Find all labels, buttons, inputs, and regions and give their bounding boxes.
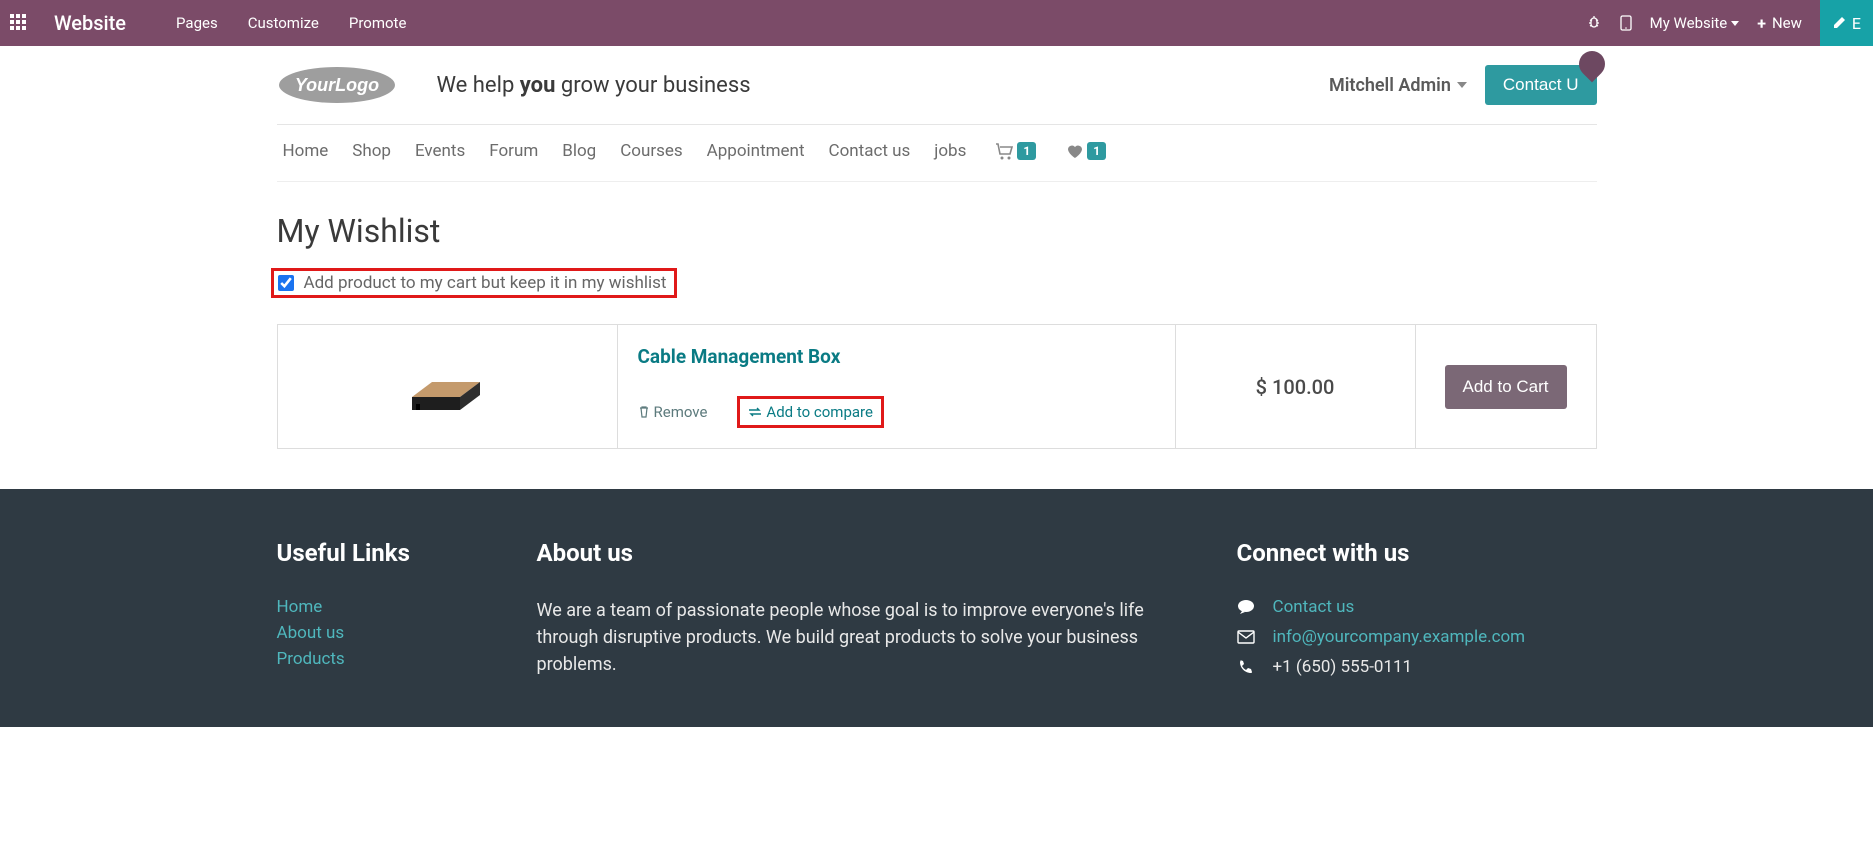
caret-down-icon <box>1731 21 1739 26</box>
caret-down-icon <box>1457 82 1467 88</box>
footer-link-home[interactable]: Home <box>277 597 477 617</box>
product-image[interactable] <box>402 352 492 422</box>
nav-jobs[interactable]: jobs <box>934 141 966 161</box>
user-name: Mitchell Admin <box>1329 75 1451 96</box>
footer-link-products[interactable]: Products <box>277 649 477 669</box>
product-cart-cell: Add to Cart <box>1416 325 1596 448</box>
nav-contact-us[interactable]: Contact us <box>829 141 911 161</box>
nav-blog[interactable]: Blog <box>562 141 596 161</box>
nav-shop[interactable]: Shop <box>352 141 391 161</box>
website-selector-label: My Website <box>1650 14 1728 32</box>
product-info-cell: Cable Management Box Remove Add to compa… <box>618 325 1176 448</box>
keep-in-wishlist-checkbox[interactable] <box>278 275 294 291</box>
remove-label: Remove <box>654 403 708 421</box>
envelope-icon <box>1237 630 1259 644</box>
tagline-bold: you <box>520 73 556 98</box>
footer: Useful Links Home About us Products Abou… <box>0 489 1873 727</box>
website-selector[interactable]: My Website <box>1650 14 1740 32</box>
bug-icon[interactable] <box>1586 15 1602 31</box>
footer-about-text: We are a team of passionate people whose… <box>537 597 1157 678</box>
wishlist-badge: 1 <box>1087 142 1106 160</box>
product-actions: Remove Add to compare <box>638 396 1155 428</box>
remove-button[interactable]: Remove <box>638 403 708 421</box>
footer-email-link[interactable]: info@yourcompany.example.com <box>1273 627 1526 647</box>
heart-icon <box>1066 143 1084 159</box>
compare-label: Add to compare <box>766 403 873 421</box>
footer-about-title: About us <box>537 539 1157 567</box>
topbar-right: My Website + New E <box>1586 0 1863 46</box>
footer-contact-link[interactable]: Contact us <box>1273 597 1355 617</box>
pencil-icon <box>1832 16 1846 30</box>
cart-link[interactable]: 1 <box>994 142 1036 160</box>
product-name-link[interactable]: Cable Management Box <box>638 345 1155 368</box>
svg-text:YourLogo: YourLogo <box>294 75 378 95</box>
menu-pages[interactable]: Pages <box>176 14 218 32</box>
product-price-cell: $ 100.00 <box>1176 325 1416 448</box>
compare-icon <box>748 406 762 418</box>
main-content: My Wishlist Add product to my cart but k… <box>237 182 1637 489</box>
phone-icon <box>1237 659 1259 675</box>
logo[interactable]: YourLogo <box>277 64 397 106</box>
keep-in-wishlist-label: Add product to my cart but keep it in my… <box>304 273 667 293</box>
droplet-icon <box>1573 46 1610 83</box>
footer-useful-title: Useful Links <box>277 539 477 567</box>
speech-icon <box>1237 599 1259 615</box>
footer-about: About us We are a team of passionate peo… <box>537 539 1157 687</box>
new-button-label: New <box>1772 14 1802 32</box>
nav-right: 1 1 <box>994 142 1106 160</box>
contact-us-button[interactable]: Contact U <box>1485 65 1597 105</box>
cart-icon <box>994 142 1014 160</box>
apps-grid-icon[interactable] <box>10 14 28 32</box>
nav-courses[interactable]: Courses <box>620 141 682 161</box>
product-image-cell <box>278 325 618 448</box>
add-to-compare-button[interactable]: Add to compare <box>737 396 884 428</box>
footer-phone-row: +1 (650) 555-0111 <box>1237 657 1597 677</box>
app-title[interactable]: Website <box>54 11 126 35</box>
mobile-icon[interactable] <box>1620 15 1632 31</box>
nav-events[interactable]: Events <box>415 141 465 161</box>
tagline-suffix: grow your business <box>555 73 750 98</box>
wishlist-link[interactable]: 1 <box>1066 142 1106 160</box>
contact-us-label: Contact U <box>1503 75 1579 94</box>
footer-connect-title: Connect with us <box>1237 539 1597 567</box>
wishlist-table: Cable Management Box Remove Add to compa… <box>277 324 1597 449</box>
nav-appointment[interactable]: Appointment <box>707 141 805 161</box>
product-price: $ 100.00 <box>1256 375 1335 399</box>
footer-useful-links: Useful Links Home About us Products <box>277 539 477 687</box>
main-nav: Home Shop Events Forum Blog Courses Appo… <box>277 125 1597 182</box>
page-title: My Wishlist <box>277 212 1597 250</box>
menu-promote[interactable]: Promote <box>349 14 407 32</box>
header: YourLogo We help you grow your business … <box>277 46 1597 125</box>
footer-connect: Connect with us Contact us info@yourcomp… <box>1237 539 1597 687</box>
footer-contact-row: Contact us <box>1237 597 1597 617</box>
add-to-cart-button[interactable]: Add to Cart <box>1445 365 1567 409</box>
tagline-prefix: We help <box>437 73 520 98</box>
keep-in-wishlist-row: Add product to my cart but keep it in my… <box>271 268 678 298</box>
header-right: Mitchell Admin Contact U <box>1329 65 1597 105</box>
trash-icon <box>638 405 650 419</box>
new-button[interactable]: + New <box>1757 14 1802 33</box>
topbar-left: Website Pages Customize Promote <box>10 11 406 35</box>
footer-phone: +1 (650) 555-0111 <box>1273 657 1413 677</box>
footer-link-about[interactable]: About us <box>277 623 477 643</box>
user-menu[interactable]: Mitchell Admin <box>1329 75 1467 96</box>
footer-email-row: info@yourcompany.example.com <box>1237 627 1597 647</box>
edit-button[interactable]: E <box>1820 0 1873 46</box>
menu-customize[interactable]: Customize <box>248 14 319 32</box>
topbar-menu: Pages Customize Promote <box>176 14 406 32</box>
nav-home[interactable]: Home <box>283 141 329 161</box>
tagline: We help you grow your business <box>437 73 751 98</box>
nav-forum[interactable]: Forum <box>489 141 538 161</box>
cart-badge: 1 <box>1017 142 1036 160</box>
topbar: Website Pages Customize Promote My Websi… <box>0 0 1873 46</box>
plus-icon: + <box>1757 14 1766 33</box>
edit-button-label: E <box>1852 14 1861 33</box>
